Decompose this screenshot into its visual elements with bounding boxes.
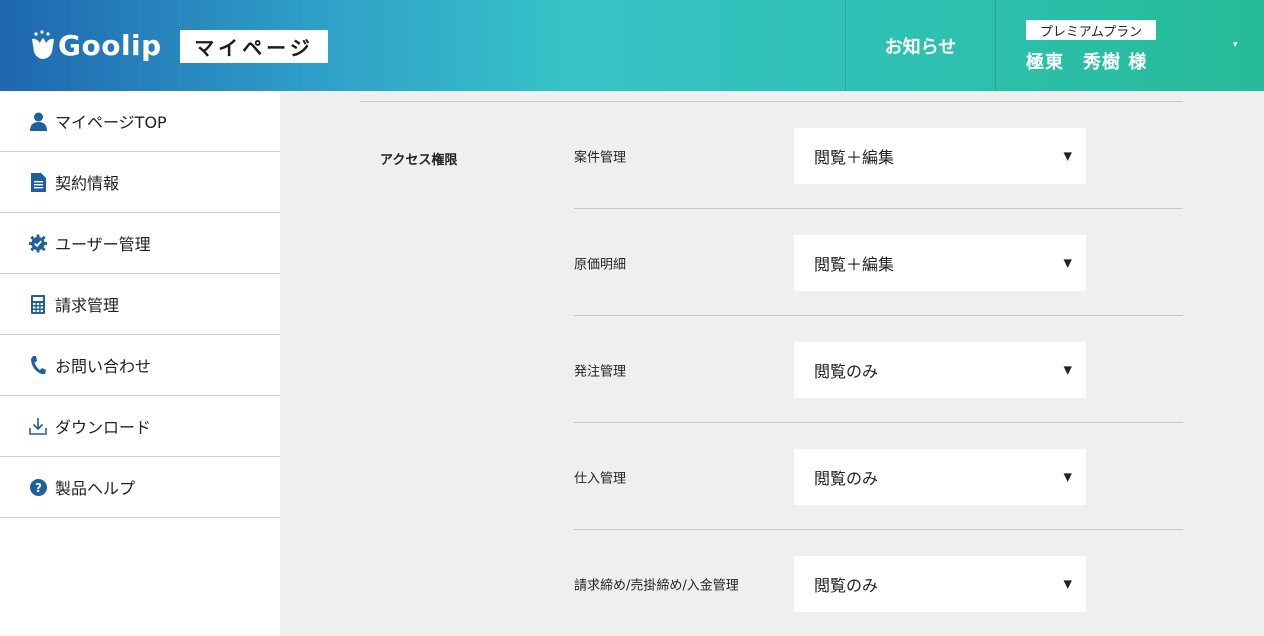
permission-row: 案件管理 閲覧＋編集 ▼: [574, 102, 1183, 209]
sidebar-item-user-management[interactable]: ユーザー管理: [0, 213, 280, 274]
user-icon: [29, 111, 47, 131]
permission-select-value: 閲覧のみ: [814, 361, 879, 381]
sidebar-item-help[interactable]: ? 製品ヘルプ: [0, 457, 280, 518]
permission-select[interactable]: 閲覧のみ ▼: [794, 555, 1086, 612]
sidebar-item-download[interactable]: ダウンロード: [0, 396, 280, 457]
app-header: Goolip マイページ お知らせ プレミアムプラン 極東 秀樹 様 ▾: [0, 0, 1264, 91]
permission-label: 請求締め/売掛締め/入金管理: [574, 578, 739, 593]
caret-down-icon: ▼: [1063, 470, 1072, 483]
user-name: 極東 秀樹 様: [1026, 52, 1148, 73]
sidebar-nav: マイページTOP 契約情報 ユーザー管理 請求管理 お問い合わせ ダウンロード …: [0, 91, 280, 636]
tulip-logo-icon: [32, 30, 54, 59]
sidebar-item-contact[interactable]: お問い合わせ: [0, 335, 280, 396]
sidebar-item-contract[interactable]: 契約情報: [0, 152, 280, 213]
section-label-access-rights: アクセス権限: [380, 153, 458, 168]
goolip-logo[interactable]: Goolip: [30, 24, 162, 66]
permission-label: 発注管理: [574, 364, 627, 379]
permission-row: 請求締め/売掛締め/入金管理 閲覧のみ ▼: [574, 530, 1183, 636]
permission-row: 仕入管理 閲覧のみ ▼: [574, 423, 1183, 530]
svg-text:?: ?: [35, 480, 42, 494]
caret-down-icon: ▼: [1063, 256, 1072, 269]
permission-select[interactable]: 閲覧＋編集 ▼: [794, 234, 1086, 291]
permission-select-value: 閲覧のみ: [814, 575, 879, 595]
permission-row: 発注管理 閲覧のみ ▼: [574, 316, 1183, 423]
document-icon: [29, 172, 47, 192]
caret-down-icon: ▼: [1063, 363, 1072, 376]
sidebar-item-label: 製品ヘルプ: [55, 479, 136, 498]
download-icon: [29, 416, 47, 436]
permission-row: 原価明細 閲覧＋編集 ▼: [574, 209, 1183, 316]
phone-icon: [29, 355, 47, 375]
sidebar-item-label: 請求管理: [55, 296, 120, 315]
sidebar-item-billing[interactable]: 請求管理: [0, 274, 280, 335]
permission-select[interactable]: 閲覧＋編集 ▼: [794, 127, 1086, 184]
gear-check-icon: [29, 233, 47, 253]
permission-label: 原価明細: [574, 257, 627, 272]
main-content: アクセス権限 案件管理 閲覧＋編集 ▼ 原価明細 閲覧＋編集 ▼ 発注管理 閲覧…: [280, 91, 1264, 636]
user-menu[interactable]: プレミアムプラン 極東 秀樹 様 ▾: [996, 0, 1264, 91]
plan-badge: プレミアムプラン: [1026, 20, 1156, 40]
permission-label: 仕入管理: [574, 471, 627, 486]
sidebar-item-mypage-top[interactable]: マイページTOP: [0, 91, 280, 152]
logo-text: Goolip: [58, 28, 162, 62]
permission-select-value: 閲覧のみ: [814, 468, 879, 488]
sidebar-item-label: ユーザー管理: [55, 235, 151, 254]
notice-link[interactable]: お知らせ: [846, 0, 995, 91]
sidebar-item-label: 契約情報: [55, 174, 120, 193]
sidebar-item-label: お問い合わせ: [55, 357, 152, 376]
sidebar-item-label: ダウンロード: [55, 418, 152, 437]
permission-label: 案件管理: [574, 150, 627, 165]
caret-down-icon: ▼: [1063, 577, 1072, 590]
help-icon: ?: [29, 477, 47, 497]
caret-down-icon[interactable]: ▾: [1233, 40, 1245, 50]
sidebar-item-label: マイページTOP: [55, 113, 167, 132]
permission-select-value: 閲覧＋編集: [814, 254, 895, 274]
caret-down-icon: ▼: [1063, 149, 1072, 162]
mypage-tag: マイページ: [180, 30, 328, 63]
permission-select[interactable]: 閲覧のみ ▼: [794, 341, 1086, 398]
permission-select-value: 閲覧＋編集: [814, 147, 895, 167]
permission-select[interactable]: 閲覧のみ ▼: [794, 448, 1086, 505]
calculator-icon: [29, 294, 47, 314]
